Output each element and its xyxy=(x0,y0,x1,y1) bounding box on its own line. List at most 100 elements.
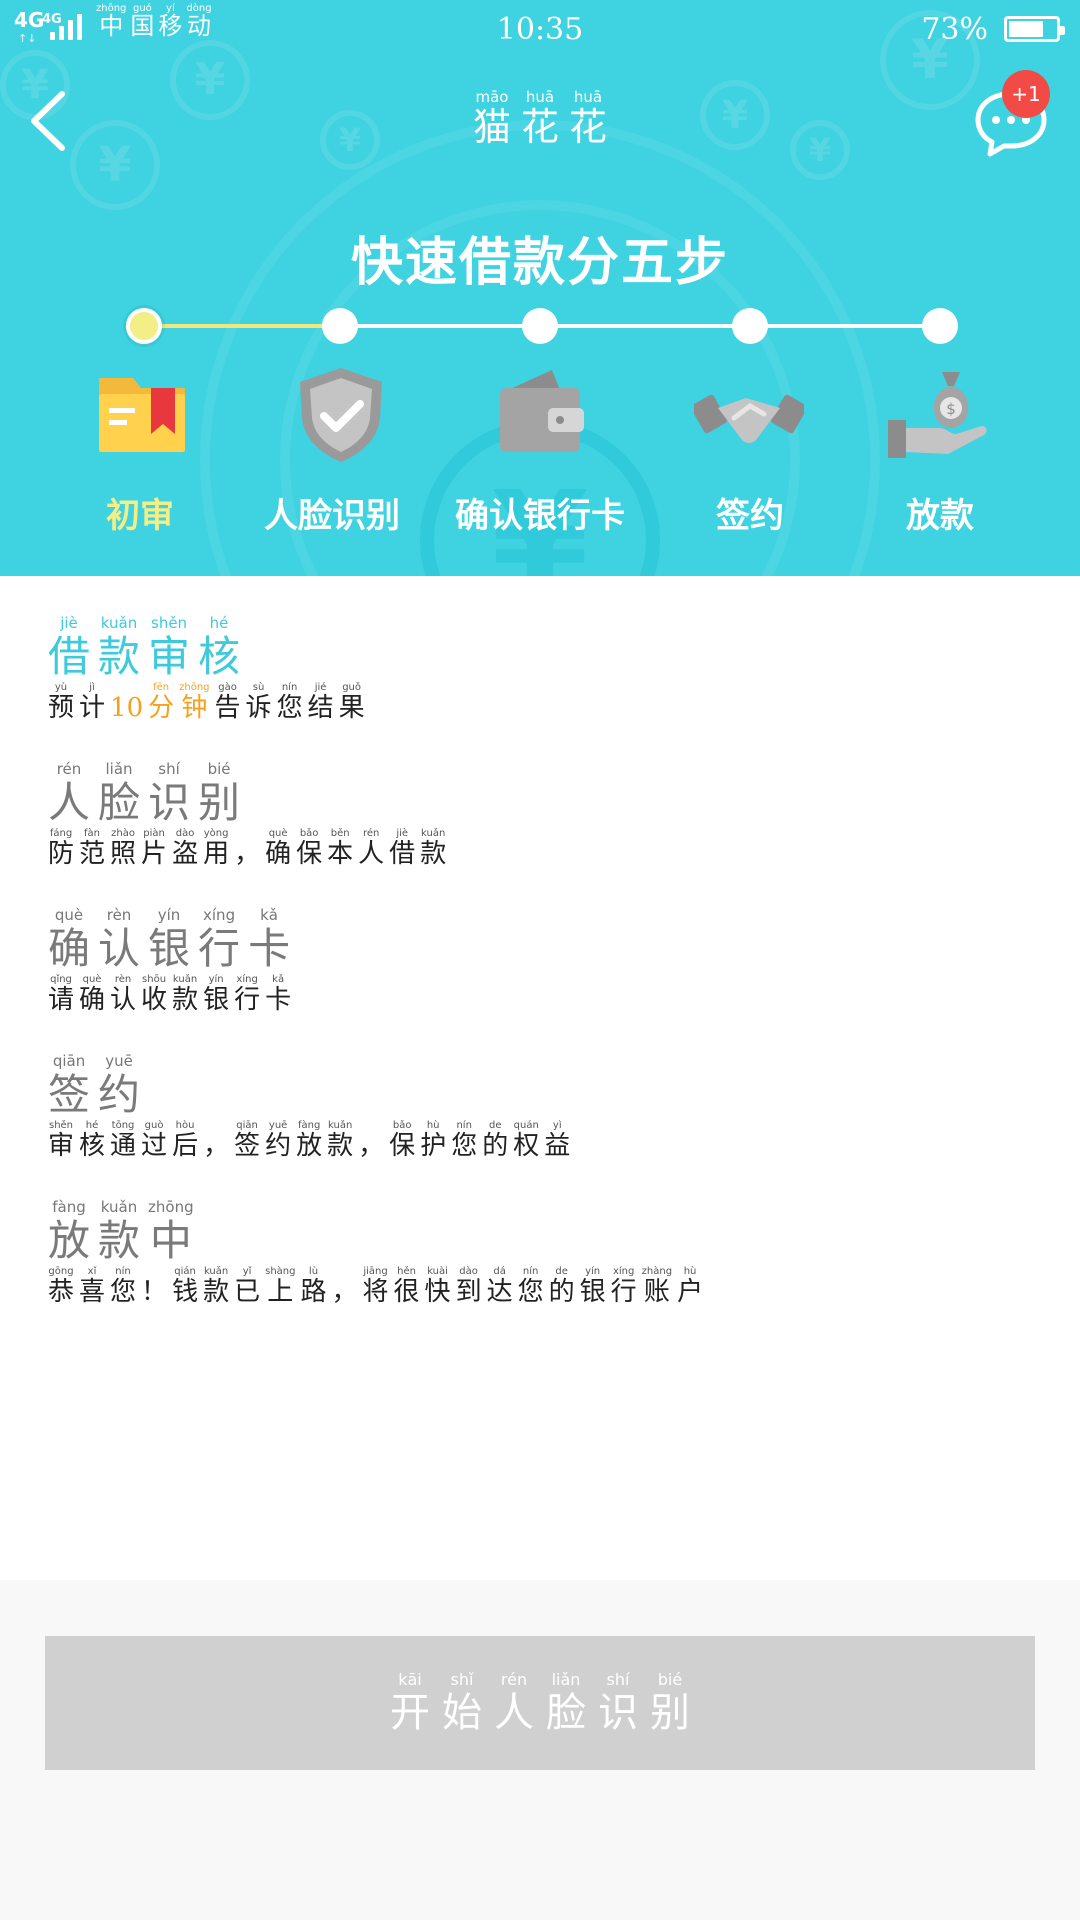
step-label-1: 初审 xyxy=(106,496,174,536)
pinyin-character: fàng 放 xyxy=(296,1121,322,1160)
hanzi: 识 xyxy=(148,778,191,827)
hanzi: 卡 xyxy=(248,924,291,973)
hanzi: 款 xyxy=(203,1277,230,1308)
hanzi: 达 xyxy=(486,1277,513,1308)
pinyin-character: jiè 借 xyxy=(389,829,415,868)
hanzi: 盗 xyxy=(172,839,199,870)
pinyin-character: de 的 xyxy=(549,1267,575,1306)
pinyin: zhōng xyxy=(179,682,210,694)
hanzi: 10 xyxy=(110,693,144,724)
pinyin: hé xyxy=(85,1120,99,1132)
pinyin: dá xyxy=(493,1266,506,1278)
pinyin-character: nín 您 xyxy=(277,683,303,722)
hanzi: 确 xyxy=(79,985,106,1016)
pinyin-character: fàn 范 xyxy=(79,829,105,868)
process-step-description: shěn 审 hé 核 tōng 通 guò 过 hòu 后 ， qiān 签 yuē 约 fàng 放 kuǎ… xyxy=(48,1121,575,1160)
pinyin: yín xyxy=(585,1266,601,1278)
hanzi: 很 xyxy=(393,1277,420,1308)
hanzi: ， xyxy=(203,1131,230,1162)
process-step-description: fáng 防 fàn 范 zhào 照 piàn 片 dào 盗 yòng 用 ， què 确 bǎo 保 bě… xyxy=(48,829,451,868)
hanzi: 钟 xyxy=(181,693,208,724)
pinyin: fáng xyxy=(49,828,73,840)
hanzi: 放 xyxy=(296,1131,323,1162)
start-face-recognition-button[interactable]: kāi 开 shǐ 始 rén 人 liǎn 脸 shí 识 bié 别 xyxy=(45,1636,1035,1770)
hanzi: 借 xyxy=(389,839,416,870)
hanzi: 款 xyxy=(172,985,199,1016)
hanzi: ， xyxy=(331,1277,358,1308)
pinyin xyxy=(343,1267,346,1277)
pinyin: rén xyxy=(500,1670,528,1689)
pinyin-character: shàng 上 xyxy=(265,1267,295,1306)
pinyin-character: fáng 防 xyxy=(48,829,74,868)
pinyin: guò xyxy=(144,1120,164,1132)
hanzi: 收 xyxy=(141,985,168,1016)
hanzi: 您 xyxy=(517,1277,544,1308)
status-time: 10:35 xyxy=(496,12,584,47)
pinyin-character: liǎn 脸 xyxy=(98,762,140,825)
pinyin-character: yǐ 已 xyxy=(234,1267,260,1306)
pinyin: jiāng xyxy=(363,1266,388,1278)
hanzi: 款 xyxy=(327,1131,354,1162)
pinyin-character: yuē 约 xyxy=(265,1121,291,1160)
pinyin: nín xyxy=(281,682,298,694)
pinyin-character: qián 钱 xyxy=(172,1267,198,1306)
hanzi: 本 xyxy=(327,839,354,870)
pinyin: yuē xyxy=(105,1052,133,1070)
hanzi: 人 xyxy=(494,1690,534,1736)
pinyin: quán xyxy=(513,1120,539,1132)
hanzi: ， xyxy=(234,839,261,870)
hanzi: 签 xyxy=(48,1070,91,1119)
pinyin-character: yì 益 xyxy=(544,1121,570,1160)
hanzi: 猫 xyxy=(472,105,511,149)
pinyin: hěn xyxy=(397,1266,416,1278)
hanzi: 果 xyxy=(338,693,365,724)
pinyin: kuǎn xyxy=(172,974,198,986)
hanzi: 保 xyxy=(296,839,323,870)
hanzi: 路 xyxy=(300,1277,327,1308)
pinyin: zhàng xyxy=(641,1266,673,1278)
pinyin: bié xyxy=(657,1670,683,1689)
pinyin: hé xyxy=(209,614,229,632)
pinyin: lù xyxy=(308,1266,319,1278)
pinyin-character: què 确 xyxy=(265,829,291,868)
pinyin-character: ， xyxy=(332,1267,358,1306)
hanzi: 护 xyxy=(420,1131,447,1162)
pinyin-character: xíng 行 xyxy=(611,1267,637,1306)
pinyin: rèn xyxy=(106,906,132,924)
pinyin-character: kuǎn 款 xyxy=(98,1200,140,1263)
pinyin: yuē xyxy=(268,1120,288,1132)
hanzi: 户 xyxy=(677,1277,704,1308)
pinyin-character: bié 别 xyxy=(198,762,240,825)
process-step-description: gōng 恭 xǐ 喜 nín 您 ！ qián 钱 kuǎn 款 yǐ 已 shàng 上 lù 路 ， ji… xyxy=(48,1267,708,1306)
pinyin: qián xyxy=(174,1266,196,1278)
hanzi: 计 xyxy=(79,693,106,724)
process-step-item: qiān 签 yuē 约 shěn 审 hé 核 tōng 通 guò 过 hòu 后 ， qiān 签 yuē… xyxy=(48,1054,575,1160)
process-step-title: rén 人 liǎn 脸 shí 识 bié 别 xyxy=(48,762,451,825)
pinyin xyxy=(370,1121,373,1131)
wallet-icon xyxy=(500,370,584,452)
pinyin-character: kāi 开 xyxy=(390,1672,430,1735)
pinyin: rén xyxy=(56,760,82,778)
pinyin: huā xyxy=(573,88,603,106)
hanzi: 确 xyxy=(265,839,292,870)
pinyin: de xyxy=(488,1120,502,1132)
pinyin: gōng xyxy=(48,1266,74,1278)
pinyin: māo xyxy=(475,88,509,106)
pinyin-character: rén 人 xyxy=(494,1670,534,1736)
pinyin: bǎo xyxy=(392,1120,412,1132)
pinyin: yín xyxy=(157,906,181,924)
pinyin-character: guò 过 xyxy=(141,1121,167,1160)
pinyin-character: bǎo 保 xyxy=(296,829,322,868)
step-label-3: 确认银行卡 xyxy=(455,496,625,536)
pinyin: fēn xyxy=(153,682,170,694)
pinyin: shōu xyxy=(142,974,167,986)
hanzi: 账 xyxy=(643,1277,670,1308)
pinyin-character: hù 护 xyxy=(420,1121,446,1160)
pinyin-character: huā 花 xyxy=(569,90,607,148)
pinyin: jié xyxy=(314,682,327,694)
pinyin: shí xyxy=(606,1670,630,1689)
hanzi: 别 xyxy=(650,1690,690,1736)
pinyin: tōng xyxy=(111,1120,135,1132)
pinyin: liǎn xyxy=(105,760,133,778)
pinyin-character: kuǎn 款 xyxy=(172,975,198,1014)
